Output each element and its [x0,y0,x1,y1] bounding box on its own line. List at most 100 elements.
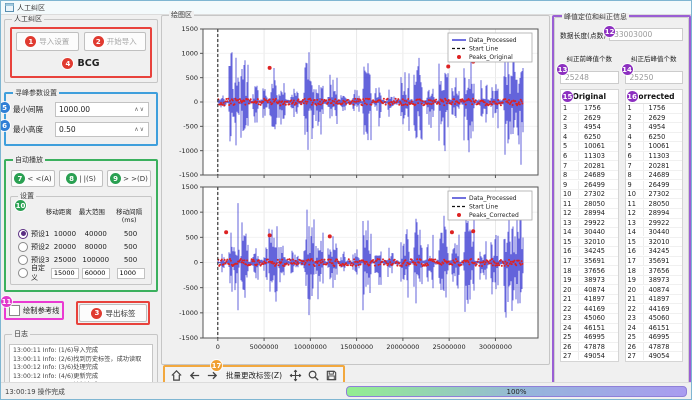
table-row[interactable]: 2749054 [561,352,618,362]
plot-panel-title: 绘图区 [169,11,194,20]
table-row[interactable]: 22629 [561,114,618,124]
start-import-button[interactable]: 2 开始导入 [84,32,147,51]
table-row[interactable]: 2345060 [626,314,683,324]
import-settings-button[interactable]: 1 导入设置 [16,32,79,51]
preset3-radio[interactable] [18,255,28,265]
pause-button[interactable]: 8 | |(S) [59,170,103,187]
table-row[interactable]: 2446151 [626,324,683,334]
table-row[interactable]: 2141897 [561,295,618,305]
table-row[interactable]: 611303 [626,152,683,162]
table-row[interactable]: 1128050 [561,199,618,209]
chart-peaks-original[interactable]: -1500-1000-500050010001500Data_Processed… [169,24,543,180]
table-row[interactable]: 1532010 [561,238,618,248]
min-height-spinbox[interactable]: 0.50 ∧∨ [55,122,149,137]
step-forward-button[interactable]: 9 > >(D) [107,170,151,187]
preset1-interval: 500 [112,230,149,238]
step-back-button[interactable]: 7 < <(A) [11,170,55,187]
table-row[interactable]: 720281 [561,161,618,171]
table-row[interactable]: 1430440 [626,228,683,238]
table-row[interactable]: 1634245 [561,247,618,257]
zoom-button[interactable] [306,368,321,383]
table-row[interactable]: 2040874 [626,285,683,295]
spinner-arrows-icon[interactable]: ∧∨ [134,106,145,113]
custom-interval-input[interactable] [117,268,145,279]
table-row[interactable]: 2647878 [626,343,683,353]
table-row[interactable]: 46250 [626,133,683,143]
save-button[interactable] [324,368,339,383]
home-icon [170,369,183,382]
back-button[interactable] [187,368,202,383]
table-row[interactable]: 1228994 [561,209,618,219]
table-row[interactable]: 1329922 [561,219,618,229]
table-row[interactable]: 2345060 [561,314,618,324]
table-row[interactable]: 1430440 [561,228,618,238]
table-row[interactable]: 1735691 [626,257,683,267]
table-row[interactable]: 11756 [626,104,683,114]
table-row[interactable]: 1329922 [626,219,683,229]
table-row[interactable]: 510061 [626,142,683,152]
table-row[interactable]: 2546995 [626,333,683,343]
table-row[interactable]: 1128050 [626,199,683,209]
preset3-interval: 500 [112,256,149,264]
preset1-radio[interactable] [18,229,28,239]
batch-edit-labels-button[interactable]: 批量更改标签(Z) [223,370,285,381]
svg-text:-1500: -1500 [179,171,198,179]
preset2-radio[interactable] [18,242,28,252]
table-row[interactable]: 1938973 [626,276,683,286]
import-settings-label: 导入设置 [39,36,69,47]
spinner-arrows-icon[interactable]: ∧∨ [134,126,145,133]
corrected-peaks-table[interactable]: 16 Corrected 117562262934954462505100616… [625,89,684,362]
step-forward-label: > >(D) [123,175,148,183]
table-row[interactable]: 824689 [626,171,683,181]
svg-text:1000: 1000 [181,50,198,58]
table-row[interactable]: 22629 [626,114,683,124]
min-height-value: 0.50 [59,125,76,134]
table-row[interactable]: 2244169 [561,304,618,314]
custom-range-input[interactable] [82,268,110,279]
magnifier-icon [307,369,320,382]
annotation-box-import: 1 导入设置 2 开始导入 4 BCG [10,27,152,78]
export-labels-button[interactable]: 3 导出标签 [79,304,147,322]
svg-text:Data_Processed: Data_Processed [469,195,517,202]
table-row[interactable]: 510061 [561,142,618,152]
table-row[interactable]: 2446151 [561,324,618,334]
home-button[interactable] [169,368,184,383]
min-interval-value: 1000.00 [59,105,90,114]
table-row[interactable]: 46250 [561,133,618,143]
table-row[interactable]: 824689 [561,171,618,181]
table-row[interactable]: 611303 [561,152,618,162]
table-row[interactable]: 2244169 [626,304,683,314]
custom-distance-input[interactable] [51,268,79,279]
table-row[interactable]: 1532010 [626,238,683,248]
before-count-value: 25248 [565,73,589,82]
original-column: 纠正前峰值个数 13 25248 15 Original 11756226293… [560,53,619,362]
table-row[interactable]: 720281 [626,161,683,171]
reference-line-checkbox[interactable] [9,305,20,316]
table-row[interactable]: 1027302 [626,190,683,200]
custom-radio[interactable] [18,268,28,278]
pan-button[interactable] [288,368,303,383]
table-row[interactable]: 2749054 [626,352,683,362]
table-row[interactable]: 34954 [626,123,683,133]
table-row[interactable]: 1837656 [626,266,683,276]
table-row[interactable]: 1735691 [561,257,618,267]
original-peaks-table[interactable]: 15 Original 1175622629349544625051006161… [560,89,619,362]
table-row[interactable]: 1027302 [561,190,618,200]
table-row[interactable]: 11756 [561,104,618,114]
custom-row: 自定义 [13,266,149,280]
table-row[interactable]: 926499 [626,180,683,190]
svg-text:1500: 1500 [181,25,198,33]
after-count-field: 14 25250 [625,71,684,84]
table-row[interactable]: 1228994 [626,209,683,219]
table-row[interactable]: 1938973 [561,276,618,286]
table-row[interactable]: 34954 [561,123,618,133]
table-row[interactable]: 2647878 [561,343,618,353]
table-row[interactable]: 1837656 [561,266,618,276]
table-row[interactable]: 926499 [561,180,618,190]
table-row[interactable]: 2040874 [561,285,618,295]
table-row[interactable]: 2546995 [561,333,618,343]
table-row[interactable]: 1634245 [626,247,683,257]
chart-peaks-corrected[interactable]: -1500-1000-50005001000150005000000100000… [169,182,543,354]
min-interval-spinbox[interactable]: 1000.00 ∧∨ [55,102,149,117]
table-row[interactable]: 2141897 [626,295,683,305]
